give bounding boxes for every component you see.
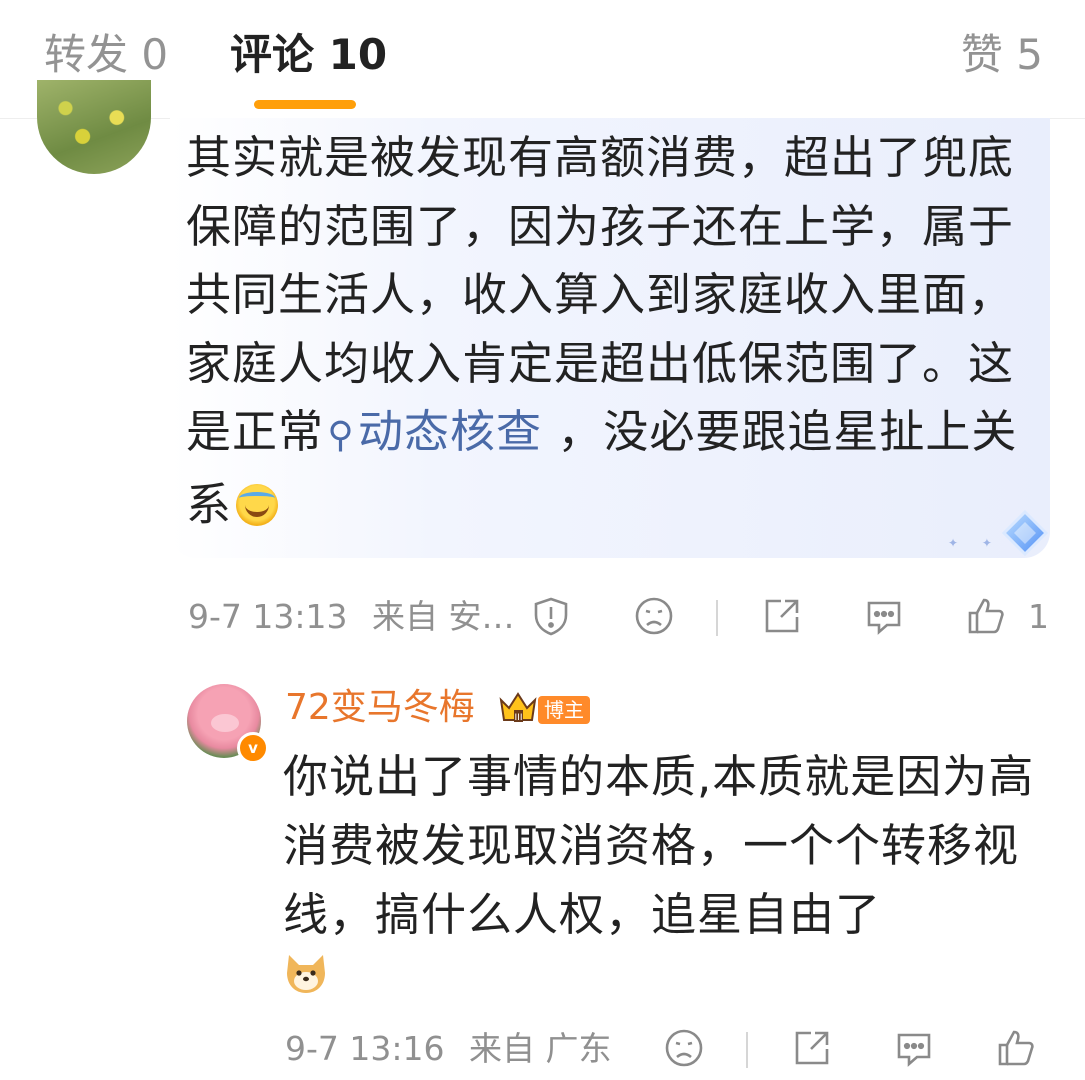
laugh-cry-emoji — [236, 483, 279, 526]
like-icon[interactable] — [964, 594, 1008, 638]
reply-share-icon[interactable] — [790, 1026, 834, 1070]
comment-meta: 9-7 13:13 来自 安… — [188, 597, 515, 637]
author-badge: 博主 — [538, 696, 590, 724]
crown-icon: III — [499, 692, 537, 723]
reply-dislike-icon[interactable] — [662, 1026, 706, 1070]
reply-username[interactable]: 72变马冬梅 — [285, 686, 475, 730]
comment-time: 9-7 13:13 — [188, 597, 348, 636]
reply-text: 你说出了事情的本质,本质就是因为高消费被发现取消资格，一个个转移视线，搞什么人权… — [283, 750, 1035, 941]
topic-link[interactable]: ⚲动态核查 — [324, 405, 542, 458]
search-topic-icon: ⚲ — [327, 415, 355, 456]
tab-bar: 转发 0 评论 10 赞 5 — [0, 0, 1085, 119]
reply-avatar[interactable]: v — [187, 684, 269, 764]
reply-like-icon[interactable] — [994, 1026, 1038, 1070]
tab-comments[interactable]: 评论 10 — [230, 30, 387, 80]
sparkle-decoration: ✦ ✦ — [948, 536, 1002, 550]
tab-repost[interactable]: 转发 0 — [44, 30, 168, 80]
verified-badge: v — [237, 732, 269, 764]
reply-action-divider — [746, 1032, 748, 1068]
commenter-avatar[interactable] — [37, 80, 151, 174]
avatar-snout — [211, 714, 239, 732]
reply-comment-icon[interactable] — [892, 1026, 936, 1070]
share-icon[interactable] — [760, 594, 804, 638]
dislike-icon[interactable] — [632, 594, 676, 638]
action-divider — [716, 600, 718, 636]
like-count: 1 — [1028, 597, 1049, 636]
active-tab-indicator — [254, 100, 356, 109]
reply-meta: 9-7 13:16 来自 广东 — [285, 1029, 612, 1069]
comment-text: 其实就是被发现有高额消费，超出了兜底保障的范围了，因为孩子还在上学，属于共同生活… — [186, 124, 1031, 539]
diamond-badge-icon — [1001, 509, 1049, 557]
topic-link-label: 动态核查 — [358, 405, 543, 458]
reply-time: 9-7 13:16 — [285, 1029, 445, 1068]
weibo-comment-page: 转发 0 评论 10 赞 5 其实就是被发现有高额消费，超出了兜底保障的范围了，… — [0, 0, 1085, 1080]
dog-emoji — [287, 955, 325, 993]
report-icon[interactable] — [529, 594, 573, 638]
reply-source: 来自 广东 — [469, 1029, 612, 1068]
comment-source: 来自 安… — [372, 597, 515, 636]
comment-icon[interactable] — [862, 594, 906, 638]
tab-likes[interactable]: 赞 5 — [961, 30, 1043, 80]
svg-text:III: III — [515, 713, 523, 723]
